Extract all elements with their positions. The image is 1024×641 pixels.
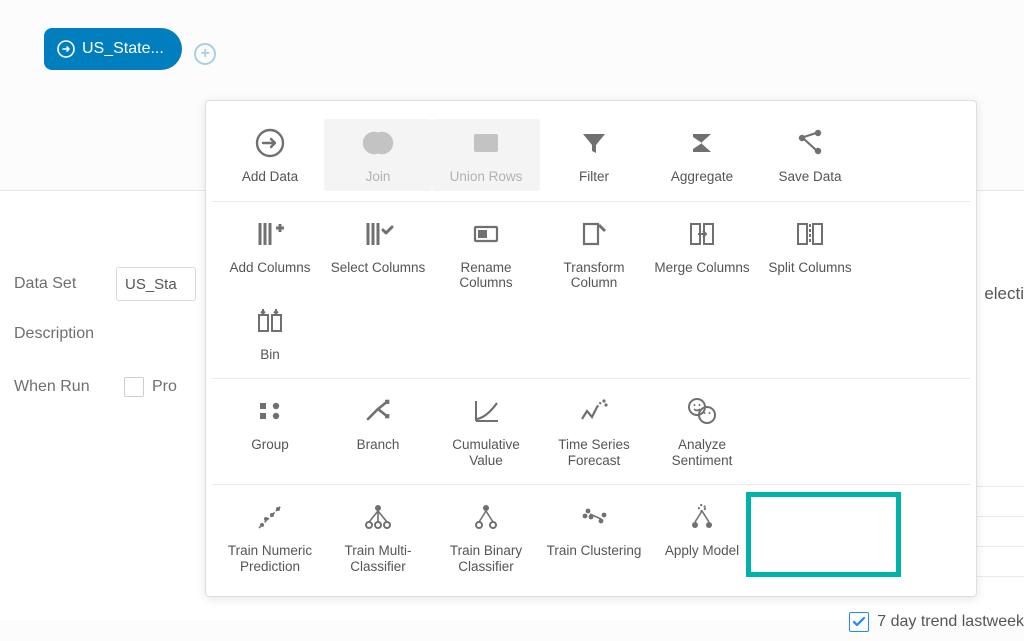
tile-label: Add Columns bbox=[218, 260, 322, 276]
tile-label: Split Columns bbox=[758, 260, 862, 276]
add-columns-icon bbox=[252, 216, 288, 252]
data-set-label: Data Set bbox=[14, 275, 116, 293]
select-columns-icon bbox=[360, 216, 396, 252]
popover-section-columns: Add Columns Select Columns Rename Column… bbox=[212, 202, 970, 380]
time-series-icon bbox=[576, 393, 612, 429]
add-data-icon bbox=[252, 125, 288, 161]
when-run-checkbox[interactable] bbox=[124, 377, 144, 397]
step-picker-popover: Add Data Join Union Rows Filter bbox=[205, 100, 977, 597]
split-columns-icon bbox=[792, 216, 828, 252]
cumulative-value-icon bbox=[468, 393, 504, 429]
tile-label: Aggregate bbox=[650, 169, 754, 185]
transform-column-icon bbox=[576, 216, 612, 252]
flow-node-label: US_State... bbox=[82, 40, 164, 58]
tile-label: Rename Columns bbox=[434, 260, 538, 291]
seven-day-trend-label: 7 day trend lastweek bbox=[877, 613, 1024, 631]
popover-section-ml: Train Numeric Prediction Train Multi-Cla… bbox=[212, 485, 970, 590]
tile-group[interactable]: Group bbox=[216, 387, 324, 474]
tile-train-numeric-prediction[interactable]: Train Numeric Prediction bbox=[216, 493, 324, 580]
tile-label: Analyze Sentiment bbox=[650, 437, 754, 468]
tile-cumulative-value[interactable]: Cumulative Value bbox=[432, 387, 540, 474]
tile-transform-column[interactable]: Transform Column bbox=[540, 210, 648, 297]
tile-merge-columns[interactable]: Merge Columns bbox=[648, 210, 756, 297]
tile-label: Group bbox=[218, 437, 322, 453]
union-rows-icon bbox=[468, 125, 504, 161]
group-icon bbox=[252, 393, 288, 429]
tile-analyze-sentiment[interactable]: Analyze Sentiment bbox=[648, 387, 756, 474]
tile-add-columns[interactable]: Add Columns bbox=[216, 210, 324, 297]
popover-section-io: Add Data Join Union Rows Filter bbox=[212, 111, 970, 202]
tile-label: Train Binary Classifier bbox=[434, 543, 538, 574]
tile-label: Merge Columns bbox=[650, 260, 754, 276]
train-clustering-icon bbox=[576, 499, 612, 535]
tile-train-clustering[interactable]: Train Clustering bbox=[540, 493, 648, 580]
tile-aggregate[interactable]: Aggregate bbox=[648, 119, 756, 191]
tile-filter[interactable]: Filter bbox=[540, 119, 648, 191]
tile-label: Add Data bbox=[218, 169, 322, 185]
tile-label: Branch bbox=[326, 437, 430, 453]
breadcrumb: US_State... + bbox=[0, 0, 1024, 92]
tile-label: Train Multi-Classifier bbox=[326, 543, 430, 574]
tile-time-series-forecast[interactable]: Time Series Forecast bbox=[540, 387, 648, 474]
tile-label: Save Data bbox=[758, 169, 862, 185]
tile-select-columns[interactable]: Select Columns bbox=[324, 210, 432, 297]
filter-icon bbox=[576, 125, 612, 161]
tile-label: Transform Column bbox=[542, 260, 646, 291]
tile-label: Join bbox=[326, 169, 430, 185]
add-step-button[interactable]: + bbox=[194, 43, 216, 65]
flow-node-icon bbox=[56, 39, 76, 59]
tile-label: Train Clustering bbox=[542, 543, 646, 559]
join-icon bbox=[360, 125, 396, 161]
train-numeric-icon bbox=[252, 499, 288, 535]
tile-label: Apply Model bbox=[650, 543, 754, 559]
seven-day-trend-checkbox[interactable] bbox=[849, 612, 869, 632]
bin-icon bbox=[252, 303, 288, 339]
bottom-checkbox-row: 7 day trend lastweek bbox=[849, 612, 1024, 632]
flow-node-us-state[interactable]: US_State... bbox=[44, 28, 182, 70]
tile-label: Cumulative Value bbox=[434, 437, 538, 468]
description-label: Description bbox=[14, 325, 116, 343]
rename-columns-icon bbox=[468, 216, 504, 252]
branch-icon bbox=[360, 393, 396, 429]
tile-branch[interactable]: Branch bbox=[324, 387, 432, 474]
merge-columns-icon bbox=[684, 216, 720, 252]
save-data-icon bbox=[792, 125, 828, 161]
tile-train-multi-classifier[interactable]: Train Multi-Classifier bbox=[324, 493, 432, 580]
popover-section-analytics: Group Branch Cumulative Value Time Ser bbox=[212, 379, 970, 485]
tile-save-data[interactable]: Save Data bbox=[756, 119, 864, 191]
analyze-sentiment-icon bbox=[684, 393, 720, 429]
tile-rename-columns[interactable]: Rename Columns bbox=[432, 210, 540, 297]
tile-bin[interactable]: Bin bbox=[216, 297, 324, 369]
when-run-label: When Run bbox=[14, 378, 116, 396]
train-multi-icon bbox=[360, 499, 396, 535]
tile-split-columns[interactable]: Split Columns bbox=[756, 210, 864, 297]
tile-add-data[interactable]: Add Data bbox=[216, 119, 324, 191]
tile-label: Union Rows bbox=[434, 169, 538, 185]
tile-join[interactable]: Join bbox=[324, 119, 432, 191]
data-set-input[interactable] bbox=[116, 267, 196, 301]
apply-model-icon bbox=[684, 499, 720, 535]
tile-label: Filter bbox=[542, 169, 646, 185]
tile-label: Train Numeric Prediction bbox=[218, 543, 322, 574]
truncated-label: electi bbox=[984, 284, 1024, 304]
aggregate-icon bbox=[684, 125, 720, 161]
when-run-text: Pro bbox=[152, 378, 177, 396]
tile-label: Select Columns bbox=[326, 260, 430, 276]
tile-train-binary-classifier[interactable]: Train Binary Classifier bbox=[432, 493, 540, 580]
tile-label: Bin bbox=[218, 347, 322, 363]
train-binary-icon bbox=[468, 499, 504, 535]
tile-apply-model[interactable]: Apply Model bbox=[648, 493, 756, 580]
tile-label: Time Series Forecast bbox=[542, 437, 646, 468]
tile-union-rows[interactable]: Union Rows bbox=[432, 119, 540, 191]
